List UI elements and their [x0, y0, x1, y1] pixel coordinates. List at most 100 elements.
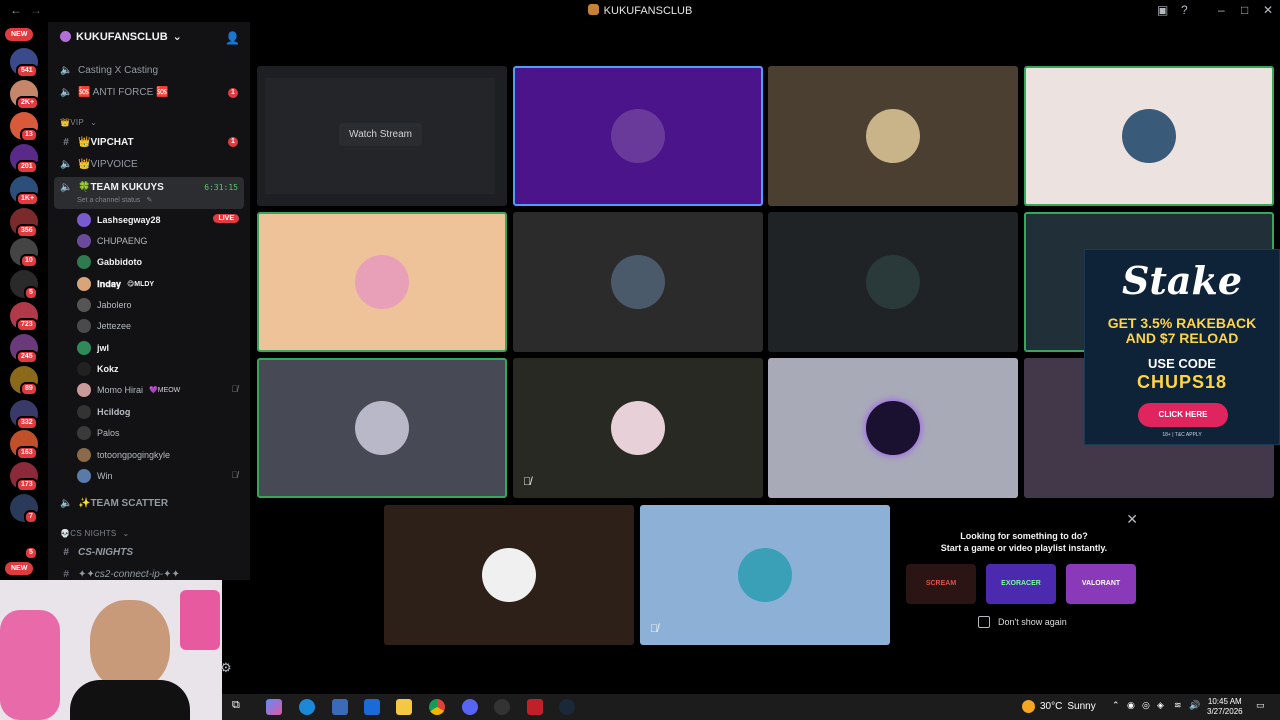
avatar [77, 469, 91, 483]
speaker-icon: 🔈 [60, 159, 73, 170]
plush-toy [0, 610, 60, 720]
channel-casting[interactable]: 🔈 Casting X Casting [60, 65, 158, 76]
member[interactable]: totoongpogingkyle [77, 448, 170, 462]
volume-icon[interactable]: 🔊 [1189, 700, 1200, 711]
channel-anti-force[interactable]: 🔈 🆘 ANTI FORCE 🆘 [60, 87, 168, 98]
badge: 13 [20, 128, 38, 142]
participant-tile[interactable]: 🎙̸ [513, 358, 763, 498]
member[interactable]: Jabolero [77, 298, 132, 312]
channel-vipchat[interactable]: # 👑VIPCHAT [60, 137, 133, 148]
member[interactable]: 𝐇𝐜𝐢𝐥𝐝𝐨𝐠 [77, 405, 130, 419]
avatar [866, 109, 920, 163]
maximize-icon[interactable]: □ [1241, 3, 1248, 17]
click-here-button[interactable]: CLICK HERE [1138, 403, 1228, 427]
channel-vipvoice[interactable]: 🔈 👑VIPVOICE [60, 159, 138, 170]
member[interactable]: Lashsegway28 [77, 213, 161, 227]
add-user-icon[interactable]: 👤 [225, 31, 240, 45]
category-vip[interactable]: 👑VIP ⌄ [60, 118, 97, 127]
window-title: KUKUFANSCLUB [0, 4, 1280, 17]
participant-tile[interactable] [513, 66, 763, 206]
member-tag: 😋MLDY [126, 281, 155, 288]
member[interactable]: Jettezee [77, 319, 131, 333]
discord-icon[interactable] [462, 699, 478, 715]
stake-ad[interactable]: Stake GET 3.5% RAKEBACK AND $7 RELOAD USE… [1084, 249, 1280, 445]
inbox-icon[interactable]: ▣ [1157, 3, 1168, 17]
member[interactable]: Palos [77, 426, 120, 440]
live-badge: LIVE [213, 214, 239, 223]
obs-icon[interactable] [494, 699, 510, 715]
tray-app-icon[interactable]: ◎ [1142, 700, 1150, 711]
participant-tile[interactable] [1024, 66, 1274, 206]
close-icon[interactable]: ✕ [1263, 3, 1273, 17]
tray-app-icon[interactable]: ◉ [1127, 700, 1135, 711]
notification-icon[interactable]: ▭ [1256, 700, 1265, 711]
member[interactable]: Gabbidoto [77, 255, 142, 269]
category-cs-nights[interactable]: 💀CS NIGHTS ⌄ [60, 529, 130, 538]
participant-tile[interactable] [257, 212, 507, 352]
channel-cs-nights[interactable]: # CS-NIGHTS [60, 547, 133, 558]
unread-badge: 1 [228, 137, 238, 147]
participant-tile[interactable] [257, 358, 507, 498]
store-icon[interactable] [332, 699, 348, 715]
participant-tile[interactable] [768, 212, 1018, 352]
stream-tile[interactable]: Watch Stream [257, 66, 507, 206]
participant-tile[interactable] [768, 66, 1018, 206]
outlook-icon[interactable] [364, 699, 380, 715]
call-timer: 6:31:15 [204, 183, 238, 192]
avatar [355, 255, 409, 309]
activity-card[interactable]: EXORACER [986, 564, 1056, 604]
steam-icon[interactable] [559, 699, 575, 715]
channel-cs2-connect[interactable]: # ✦✦cs2-connect-ip-✦✦ [60, 569, 180, 580]
file-explorer-icon[interactable] [396, 699, 412, 715]
channel-status[interactable]: Set a channel status ✎ [77, 196, 152, 205]
copilot-icon[interactable] [266, 699, 282, 715]
activity-card[interactable]: VALORANT [1066, 564, 1136, 604]
activity-card[interactable]: SCREAM [906, 564, 976, 604]
mute-icon: 🎙̸ [231, 470, 238, 480]
member[interactable]: Momo Hirai 💜MEOW [77, 383, 180, 397]
server-icon [60, 31, 71, 42]
clock[interactable]: 10:45 AM 3/27/2026 [1207, 697, 1243, 717]
speaker-icon: 🔈 [60, 65, 73, 76]
prompt-title: Looking for something to do? [960, 531, 1088, 541]
wifi-icon[interactable]: ≋ [1174, 700, 1182, 711]
member[interactable]: jwl [77, 341, 109, 355]
badge: 5 [24, 546, 38, 560]
member[interactable]: Kokz [77, 362, 119, 376]
mute-icon: 🎙̸ [231, 384, 238, 394]
weather-widget[interactable]: 30°C Sunny [1022, 700, 1096, 713]
tray-app-icon[interactable]: ◈ [1157, 700, 1164, 711]
server-icon [587, 4, 599, 15]
mute-icon: 🎙̸ [650, 623, 659, 635]
speaker-icon: 🔈 [60, 498, 73, 509]
close-icon[interactable]: ✕ [1126, 511, 1138, 528]
member[interactable]: Win [77, 469, 113, 483]
dont-show-label: Don't show again [998, 617, 1067, 627]
chrome-icon[interactable] [429, 699, 445, 715]
channel-team-kukuys[interactable]: 🔈 🍀TEAM KUKUYS [60, 182, 164, 193]
member[interactable]: CHUPAENG [77, 234, 147, 248]
task-view-icon[interactable]: ⧉ [232, 699, 248, 715]
participant-tile[interactable]: 🎙̸ [640, 505, 890, 645]
hash-icon: # [63, 547, 69, 558]
member[interactable]: 𝐈𝐧𝐝𝐚𝐲 😋MLDY [77, 277, 154, 291]
participant-tile[interactable] [384, 505, 634, 645]
participant-tile[interactable] [513, 212, 763, 352]
edge-icon[interactable] [299, 699, 315, 715]
dont-show-checkbox[interactable] [978, 616, 990, 628]
badge: 356 [16, 224, 38, 238]
server-name[interactable]: KUKUFANSCLUB ⌄ [60, 30, 182, 43]
avatar [611, 255, 665, 309]
gear-icon[interactable]: ⚙ [220, 660, 232, 676]
watch-stream-button[interactable]: Watch Stream [339, 123, 422, 146]
avatar [77, 319, 91, 333]
help-icon[interactable]: ? [1181, 3, 1188, 17]
app-icon[interactable] [527, 699, 543, 715]
badge: 245 [16, 350, 38, 364]
minimize-icon[interactable]: – [1218, 3, 1225, 17]
participant-tile[interactable] [768, 358, 1018, 498]
channel-team-scatter[interactable]: 🔈 ✨TEAM SCATTER [60, 498, 168, 509]
new-badge: NEW [5, 28, 34, 41]
tray-chevron-icon[interactable]: ⌃ [1112, 700, 1120, 711]
avatar [738, 548, 792, 602]
